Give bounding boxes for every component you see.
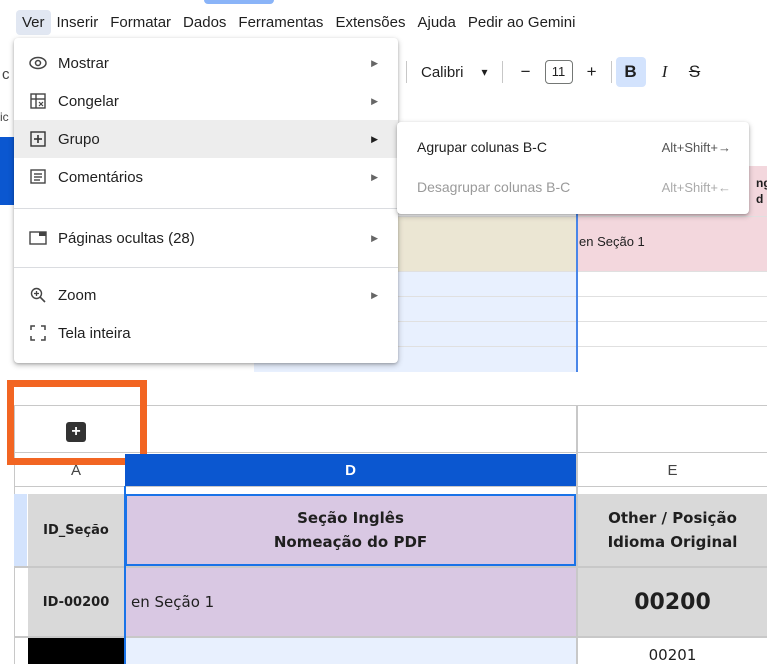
decrease-font-size-button[interactable]: − [511,57,541,87]
cell-empty[interactable] [125,638,576,664]
submenu-item-label: Desagrupar colunas B-C [417,179,571,195]
menu-item-label: Grupo [58,130,100,148]
cell-secao-ingles-header[interactable]: Seção Inglês Nomeação do PDF [125,494,576,566]
view-menu: Mostrar ▶ Congelar ▶ Grupo ▶ Comentários… [14,38,398,363]
cell-id-secao-header[interactable]: ID_Seção [28,494,124,566]
cell-secao-value[interactable]: en Seção 1 [125,568,576,636]
submenu-arrow-icon: ▶ [371,289,378,300]
menu-dados[interactable]: Dados [177,10,232,35]
menu-ajuda[interactable]: Ajuda [411,10,461,35]
hidden-sheets-icon [28,228,48,248]
submenu-arrow-icon: ▶ [371,171,378,182]
sheet-screenshot-region: + A D E ID_Seção Seção Inglês Nomeação d… [0,372,767,664]
submenu-arrow-icon: ▶ [371,133,378,144]
row-select-strip [0,137,14,205]
group-submenu: Agrupar colunas B-C Alt+Shift+→ Desagrup… [397,122,749,214]
cell-id-value[interactable]: ID-00200 [28,568,124,636]
font-name: Calibri [421,63,464,81]
header-line: Nomeação do PDF [273,533,428,551]
cell-posicao-value[interactable]: 00200 [578,568,767,636]
menu-extensoes[interactable]: Extensões [329,10,411,35]
menu-item-label: Comentários [58,168,144,186]
label-fragment: ic [0,110,9,124]
toolbar-divider [610,61,612,83]
menu-item-label: Tela inteira [58,324,131,342]
menu-ferramentas[interactable]: Ferramentas [232,10,329,35]
submenu-arrow-icon: ▶ [371,95,378,106]
column-header-d[interactable]: D [125,454,576,486]
header-line: Idioma Original [607,533,738,551]
comments-icon [28,167,48,187]
toolbar: Calibri ▾ − 11 + B I S [398,52,767,92]
menu-ver[interactable]: Ver [16,9,51,35]
chevron-down-icon: ▾ [481,65,488,79]
row-header-selected[interactable] [14,494,27,566]
font-size-input[interactable]: 11 [544,60,573,84]
column-header-e[interactable]: E [578,454,767,486]
menu-divider [14,208,398,209]
cell-posicao-next[interactable]: 00201 [578,638,767,664]
menu-item-mostrar[interactable]: Mostrar ▶ [14,44,398,82]
background-cell-text: en Seção 1 [579,234,645,249]
eye-icon [28,53,48,73]
submenu-arrow-icon: ▶ [371,232,378,243]
menu-item-grupo[interactable]: Grupo ▶ [14,120,398,158]
toolbar-divider [406,61,407,83]
fullscreen-icon [28,323,48,343]
submenu-item-agrupar[interactable]: Agrupar colunas B-C Alt+Shift+→ [397,128,749,166]
submenu-item-desagrupar: Desagrupar colunas B-C Alt+Shift+← [397,168,749,206]
menu-inserir[interactable]: Inserir [51,10,105,35]
increase-font-size-button[interactable]: + [577,57,607,87]
truncated-header-text: ngl d do [756,176,767,206]
menu-item-tela-inteira[interactable]: Tela inteira [14,314,398,352]
menu-bar: Ver Inserir Formatar Dados Ferramentas E… [0,6,767,38]
cell-other-posicao-header[interactable]: Other / Posição Idioma Original [578,494,767,566]
menu-formatar[interactable]: Formatar [104,10,177,35]
bold-button[interactable]: B [615,57,646,87]
menu-item-comentarios[interactable]: Comentários ▶ [14,158,398,196]
zoom-icon [28,285,48,305]
menu-item-paginas-ocultas[interactable]: Páginas ocultas (28) ▶ [14,219,398,257]
strikethrough-button[interactable]: S [680,57,710,87]
menu-screenshot-region: Ver Inserir Formatar Dados Ferramentas E… [0,0,767,372]
shortcut-label: Alt+Shift+← [661,179,731,195]
italic-button[interactable]: I [650,57,680,87]
menu-item-zoom[interactable]: Zoom ▶ [14,276,398,314]
menu-divider [14,267,398,268]
menu-item-label: Mostrar [58,54,109,72]
menu-item-congelar[interactable]: Congelar ▶ [14,82,398,120]
gridline [14,486,767,487]
column-header-a[interactable]: A [28,454,124,486]
menu-item-label: Congelar [58,92,119,110]
group-icon [28,129,48,149]
annotation-highlight-box [7,380,147,465]
cell-black[interactable] [28,638,124,664]
selection-border [124,486,126,664]
toolbar-fragment: c [2,66,10,83]
menu-item-label: Zoom [58,286,97,304]
submenu-item-label: Agrupar colunas B-C [417,139,547,155]
header-line: Seção Inglês [297,509,404,527]
freeze-icon [28,91,48,111]
header-line: Other / Posição [608,509,737,527]
shortcut-label: Alt+Shift+→ [661,139,731,155]
font-selector[interactable]: Calibri ▾ [415,64,494,81]
toolbar-divider [501,61,503,83]
menu-gemini[interactable]: Pedir ao Gemini [462,10,582,35]
menu-accent-bar [204,0,274,4]
menu-item-label: Páginas ocultas (28) [58,229,195,247]
submenu-arrow-icon: ▶ [371,57,378,68]
